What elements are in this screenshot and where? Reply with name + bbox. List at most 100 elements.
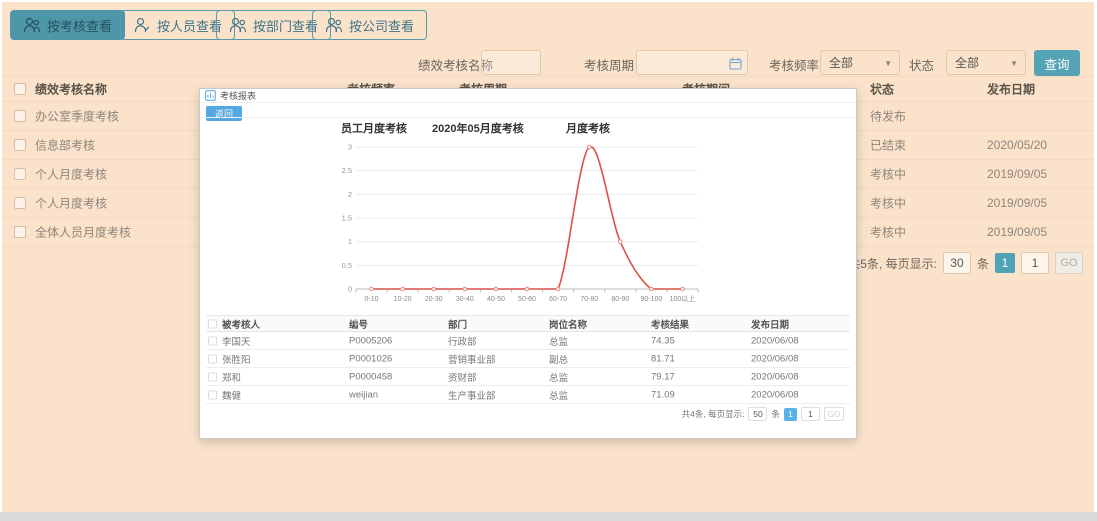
page-button-1[interactable]: 1 bbox=[784, 408, 797, 421]
sort-icon[interactable]: ▲▼ bbox=[353, 319, 359, 329]
svg-text:10-20: 10-20 bbox=[394, 296, 412, 303]
select-all-checkbox[interactable] bbox=[208, 319, 217, 328]
svg-text:40-50: 40-50 bbox=[487, 296, 505, 303]
table-row[interactable]: 张胜阳 P0001026 营销事业部 副总 81.71 2020/06/08 bbox=[206, 350, 850, 368]
row-checkbox[interactable] bbox=[208, 336, 217, 345]
report-period: 2020年05月度考核 bbox=[432, 120, 524, 136]
employee-id: weijian bbox=[349, 389, 378, 400]
select-all-checkbox[interactable] bbox=[14, 83, 26, 95]
svg-text:1: 1 bbox=[348, 237, 352, 246]
assessment-name-input[interactable] bbox=[481, 50, 541, 75]
page-size-input[interactable] bbox=[748, 407, 767, 421]
assessment-name: 全体人员月度考核 bbox=[35, 224, 131, 241]
report-frequency: 月度考核 bbox=[566, 120, 610, 136]
calendar-icon[interactable] bbox=[729, 57, 742, 70]
goto-page-input[interactable] bbox=[801, 407, 820, 421]
score: 79.17 bbox=[651, 371, 675, 382]
assessment-name: 个人月度考核 bbox=[35, 166, 107, 183]
person-check-icon bbox=[133, 17, 151, 33]
report-chart: 00.511.522.530-1010-2020-3030-4040-5050-… bbox=[318, 135, 718, 303]
publish-date: 2020/05/20 bbox=[987, 138, 1047, 152]
position: 副总 bbox=[549, 352, 568, 366]
sort-icon[interactable]: ▲▼ bbox=[991, 84, 997, 94]
status-select[interactable]: 全部 ▼ bbox=[946, 50, 1026, 75]
svg-text:30-40: 30-40 bbox=[456, 296, 474, 303]
goto-page-input[interactable] bbox=[1021, 252, 1049, 274]
row-checkbox[interactable] bbox=[14, 139, 26, 151]
view-by-company-button[interactable]: 按公司查看 bbox=[312, 10, 427, 40]
employee-id: P0001026 bbox=[349, 353, 392, 364]
employee-id: P0000458 bbox=[349, 371, 392, 382]
people-icon bbox=[23, 17, 41, 33]
app-background: 按考核查看 按人员查看 按部门查看 按公司查看 绩效考核名称 考核周期 考核频率… bbox=[2, 2, 1094, 512]
pagination-summary: 共5条, 每页显示: bbox=[848, 255, 937, 272]
publish-date: 2019/09/05 bbox=[987, 225, 1047, 239]
result-table-header: 被考核人 编号▲▼ 部门 岗位名称 考核结果▲▼ 发布日期 bbox=[206, 315, 850, 332]
score: 74.35 bbox=[651, 335, 675, 346]
col-assessee: 被考核人 bbox=[222, 317, 260, 331]
table-row[interactable]: 李国天 P0005206 行政部 总监 74.35 2020/06/08 bbox=[206, 332, 850, 350]
divider bbox=[200, 117, 856, 118]
assessment-period-label: 考核周期 bbox=[584, 55, 634, 74]
svg-text:1.5: 1.5 bbox=[342, 214, 352, 223]
page-size-input[interactable] bbox=[943, 252, 971, 274]
back-button[interactable]: 返回 bbox=[206, 106, 242, 121]
sort-icon[interactable]: ▲▼ bbox=[874, 84, 880, 94]
department: 营销事业部 bbox=[448, 352, 496, 366]
view-by-assessment-button[interactable]: 按考核查看 bbox=[10, 10, 125, 40]
assessment-name: 信息部考核 bbox=[35, 137, 95, 154]
view-by-person-label: 按人员查看 bbox=[157, 16, 222, 35]
svg-text:0: 0 bbox=[348, 285, 352, 294]
svg-text:90-100: 90-100 bbox=[640, 296, 662, 303]
status-badge: 考核中 bbox=[870, 224, 906, 241]
svg-text:2: 2 bbox=[348, 190, 352, 199]
publish-date: 2020/06/08 bbox=[751, 335, 799, 346]
department: 行政部 bbox=[448, 334, 477, 348]
col-department: 部门 bbox=[448, 317, 467, 331]
row-checkbox[interactable] bbox=[208, 354, 217, 363]
frequency-label: 考核频率 bbox=[769, 55, 819, 74]
modal-pagination: 共4条, 每页显示: 条 1 GO bbox=[682, 407, 844, 421]
publish-date: 2020/06/08 bbox=[751, 389, 799, 400]
assessee-name: 郑和 bbox=[222, 370, 241, 384]
search-button[interactable]: 查询 bbox=[1034, 50, 1080, 76]
status-value: 全部 bbox=[955, 54, 979, 71]
go-button[interactable]: GO bbox=[824, 407, 844, 421]
page-button-1[interactable]: 1 bbox=[995, 253, 1015, 273]
row-checkbox[interactable] bbox=[14, 226, 26, 238]
row-checkbox[interactable] bbox=[14, 168, 26, 180]
position: 总监 bbox=[549, 388, 568, 402]
status-badge: 考核中 bbox=[870, 195, 906, 212]
view-by-assessment-label: 按考核查看 bbox=[47, 16, 112, 35]
score: 71.09 bbox=[651, 389, 675, 400]
assessment-period-input[interactable] bbox=[636, 50, 748, 75]
row-checkbox[interactable] bbox=[208, 390, 217, 399]
row-checkbox[interactable] bbox=[14, 110, 26, 122]
pagination-unit: 条 bbox=[977, 255, 989, 272]
assessee-name: 李国天 bbox=[222, 334, 251, 348]
position: 总监 bbox=[549, 370, 568, 384]
assessee-name: 张胜阳 bbox=[222, 352, 251, 366]
svg-text:2.5: 2.5 bbox=[342, 166, 352, 175]
svg-text:100以上: 100以上 bbox=[670, 294, 696, 303]
table-row[interactable]: 魏健 weijian 生产事业部 总监 71.09 2020/06/08 bbox=[206, 386, 850, 404]
assessee-name: 魏健 bbox=[222, 388, 241, 402]
svg-text:0.5: 0.5 bbox=[342, 261, 352, 270]
status-label: 状态 bbox=[909, 55, 934, 74]
sort-icon[interactable]: ▲▼ bbox=[655, 319, 661, 329]
table-row[interactable]: 郑和 P0000458 资财部 总监 79.17 2020/06/08 bbox=[206, 368, 850, 386]
row-checkbox[interactable] bbox=[14, 197, 26, 209]
status-badge: 考核中 bbox=[870, 166, 906, 183]
svg-text:60-70: 60-70 bbox=[549, 296, 567, 303]
publish-date: 2019/09/05 bbox=[987, 167, 1047, 181]
col-position: 岗位名称 bbox=[549, 317, 587, 331]
svg-text:80-90: 80-90 bbox=[611, 296, 629, 303]
status-badge: 已结束 bbox=[870, 137, 906, 154]
filter-bar: 绩效考核名称 考核周期 考核频率 全部 ▼ 状态 全部 ▼ 查询 bbox=[2, 48, 1094, 78]
go-button[interactable]: GO bbox=[1055, 252, 1083, 274]
svg-text:0-10: 0-10 bbox=[365, 296, 379, 303]
report-name: 员工月度考核 bbox=[341, 120, 407, 136]
window-edge bbox=[0, 512, 1097, 521]
row-checkbox[interactable] bbox=[208, 372, 217, 381]
frequency-select[interactable]: 全部 ▼ bbox=[820, 50, 900, 75]
